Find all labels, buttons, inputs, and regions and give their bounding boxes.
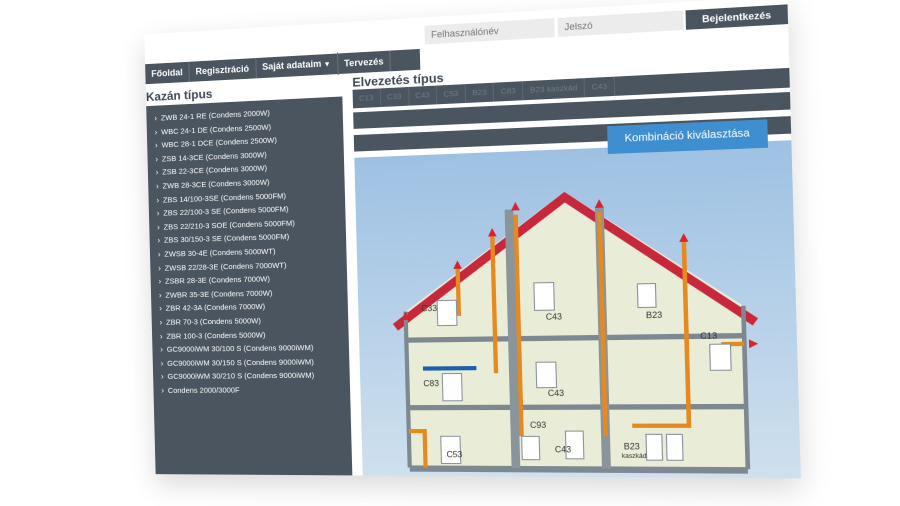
app-window: Felhasználónév Jelszó Bejelentkezés Főol… xyxy=(144,0,801,479)
boiler-item-label: ZSB 14-3CE (Condens 3000W) xyxy=(161,149,267,164)
boiler-c93 xyxy=(522,436,540,459)
label-c93: C93 xyxy=(530,420,547,430)
label-c43-mid: C43 xyxy=(548,388,565,398)
boiler-c43-top xyxy=(534,282,555,310)
chevron-right-icon: › xyxy=(160,358,164,368)
flue-tab[interactable]: B23 kaszkád xyxy=(523,78,586,101)
chevron-right-icon: › xyxy=(154,140,158,150)
label-c43-low: C43 xyxy=(555,445,572,455)
flue-tab[interactable]: C13 xyxy=(352,88,381,109)
boiler-item-label: ZWSB 30-4E (Condens 5000WT) xyxy=(164,246,276,259)
boiler-b23-top xyxy=(637,284,656,308)
house-flue-diagram: C33 C43 B23 C13 C83 C43 C93 C53 C43 B23 … xyxy=(354,140,801,479)
label-b23-top: B23 xyxy=(646,310,663,320)
chevron-right-icon: › xyxy=(160,372,164,382)
boiler-item[interactable]: › GC9000iWM 30/210 S (Condens 9000iWM) xyxy=(161,369,350,384)
boiler-item[interactable]: › Condens 2000/3000F xyxy=(161,383,350,398)
password-field[interactable]: Jelszó xyxy=(557,10,684,37)
chevron-right-icon: › xyxy=(154,113,158,123)
nav-home[interactable]: Főoldal xyxy=(145,61,190,85)
boiler-item-label: GC9000iWM 30/150 S (Condens 9000iWM) xyxy=(167,356,314,368)
nav-my-data-label: Saját adataim xyxy=(262,58,322,72)
nav-register[interactable]: Regisztráció xyxy=(189,58,257,82)
chevron-right-icon: › xyxy=(158,276,162,286)
chevron-right-icon: › xyxy=(159,331,163,341)
chevron-right-icon: › xyxy=(155,154,159,164)
boiler-sidebar: › ZWB 24-1 RE (Condens 2000W) › WBC 24-1 DE… xyxy=(146,96,353,476)
nav-planning[interactable]: Tervezés xyxy=(337,50,392,75)
chevron-right-icon: › xyxy=(156,208,160,218)
nav-my-data[interactable]: Saját adataim ▼ xyxy=(255,52,339,80)
boiler-c83 xyxy=(442,373,462,400)
flue-tab[interactable]: C83 xyxy=(494,81,524,102)
boiler-item-label: GC9000iWM 30/100 S (Condens 9000iWM) xyxy=(166,343,314,354)
boiler-item-label: GC9000iWM 30/210 S (Condens 9000iWM) xyxy=(167,370,315,382)
boiler-c13 xyxy=(710,344,732,370)
label-c13: C13 xyxy=(700,331,718,341)
boiler-c43-mid xyxy=(536,362,556,388)
boiler-type-title: Kazán típus xyxy=(145,86,213,105)
boiler-item-label: ZSBR 28-3E (Condens 7000W) xyxy=(164,274,271,286)
chevron-right-icon: › xyxy=(158,290,162,300)
boiler-item-label: ZBR 42-3A (Condens 7000W) xyxy=(165,302,266,314)
flue-tab[interactable]: C53 xyxy=(437,84,467,105)
boiler-item-label: ZBS 14/100-3SE (Condens 5000FM) xyxy=(162,190,287,205)
chevron-right-icon: › xyxy=(160,344,164,355)
boiler-item-label: ZBR 70-3 (Condens 5000W) xyxy=(166,316,261,327)
flue-tab[interactable]: C43 xyxy=(408,85,438,106)
login-strip: Felhasználónév Jelszó Bejelentkezés xyxy=(144,0,789,65)
flue-tab[interactable]: B23 xyxy=(465,82,495,103)
chevron-right-icon: › xyxy=(155,168,159,178)
chevron-right-icon: › xyxy=(159,304,162,314)
boiler-item-label: ZWSB 22/28-3E (Condens 7000WT) xyxy=(164,260,287,273)
chevron-right-icon: › xyxy=(158,263,161,273)
boiler-list: › ZWB 24-1 RE (Condens 2000W) › WBC 24-1 DE… xyxy=(146,96,350,397)
pipe-c33 xyxy=(458,269,459,316)
boiler-b23-low-b xyxy=(666,434,683,460)
boiler-b23-low-a xyxy=(646,434,663,460)
boiler-item-label: Condens 2000/3000F xyxy=(167,385,240,395)
chevron-right-icon: › xyxy=(154,127,158,137)
login-button[interactable]: Bejelentkezés xyxy=(685,4,789,30)
boiler-item-label: ZBS 30/150-3 SE (Condens 5000FM) xyxy=(163,232,290,245)
label-c33: C33 xyxy=(421,304,437,314)
boiler-c33 xyxy=(437,300,457,325)
chevron-right-icon: › xyxy=(157,249,161,259)
chevron-right-icon: › xyxy=(157,222,160,232)
boiler-item-label: ZBS 22/100-3 SE (Condens 5000FM) xyxy=(163,204,289,218)
chevron-right-icon: › xyxy=(159,317,163,327)
boiler-item-label: ZWBR 35-3E (Condens 7000W) xyxy=(165,288,273,300)
username-field[interactable]: Felhasználónév xyxy=(424,18,555,45)
label-b23-low-sub: kaszkád xyxy=(622,454,647,461)
chevron-right-icon: › xyxy=(157,236,161,246)
label-c83: C83 xyxy=(423,379,439,389)
boiler-item-label: ZSB 22-3CE (Condens 3000W) xyxy=(162,163,268,177)
chevron-right-icon: › xyxy=(156,195,160,205)
boiler-item-label: ZBS 22/210-3 SOE (Condens 5000FM) xyxy=(163,218,295,232)
boiler-item-label: ZBR 100-3 (Condens 5000W) xyxy=(166,329,266,341)
boiler-item-label: ZWB 28-3CE (Condens 3000W) xyxy=(162,177,270,191)
label-c43-top: C43 xyxy=(546,312,563,322)
chevron-right-icon: › xyxy=(155,181,159,191)
chevron-right-icon: › xyxy=(161,385,165,395)
screenshot-stage: Felhasználónév Jelszó Bejelentkezés Főol… xyxy=(144,0,801,479)
flue-tab[interactable]: C43 xyxy=(584,76,616,98)
chevron-down-icon: ▼ xyxy=(323,61,331,69)
label-c53: C53 xyxy=(446,450,463,460)
flue-tab[interactable]: C33 xyxy=(380,86,410,107)
label-b23-low: B23 xyxy=(624,442,641,452)
